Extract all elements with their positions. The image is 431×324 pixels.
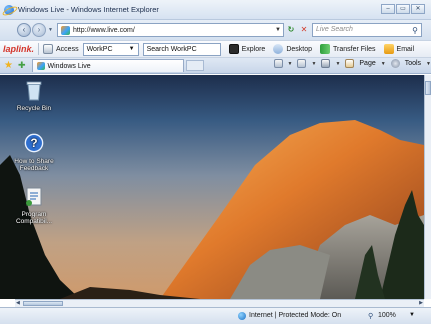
page-icon[interactable] [345,59,355,68]
desktop-wallpaper: Recycle Bin ? How to Share Feedback Prog… [0,75,424,299]
transfer-files-button[interactable]: Transfer Files [320,44,376,54]
laplink-logo[interactable]: laplink. [3,44,34,54]
horizontal-scrollbar[interactable]: ◀ ▶ [15,299,424,307]
tab-favicon-icon [36,62,45,70]
zoom-icon[interactable]: ⚲ [368,312,373,320]
minimize-button[interactable]: – [381,4,395,14]
chevron-down-icon[interactable]: ▼ [129,44,135,55]
window-controls: – ▭ ✕ [381,4,425,14]
security-zone-text[interactable]: Internet | Protected Mode: On [249,312,341,319]
print-icon[interactable] [321,59,331,68]
program-compatibility-label: Program Compatibil... [15,211,53,225]
favorites-star-icon[interactable]: ★ [4,60,13,71]
mountain-landscape-image [0,120,424,299]
access-icon[interactable] [43,44,54,54]
horizontal-scroll-thumb[interactable] [23,301,63,306]
recycle-bin-icon [26,81,42,101]
transfer-files-label: Transfer Files [333,45,376,53]
feeds-dropdown-icon[interactable]: ▼ [311,61,316,67]
close-button[interactable]: ✕ [411,4,425,14]
desktop-label: Desktop [286,45,312,53]
status-bar: Internet | Protected Mode: On ⚲ 100% ▼ [0,307,431,324]
vertical-scroll-thumb[interactable] [425,81,431,95]
tools-menu-label[interactable]: Tools [405,60,421,67]
home-dropdown-icon[interactable]: ▼ [288,61,293,67]
email-icon [383,44,394,54]
desktop-button[interactable]: Desktop [273,44,312,54]
explore-button[interactable]: Explore [228,44,266,54]
desktop-icon-recycle-bin[interactable]: Recycle Bin [12,79,56,112]
email-label: Email [396,45,415,53]
share-feedback-label: How to Share Feedback [14,158,54,172]
laplink-toolbar: laplink. Access WorkPC ▼ Search WorkPC E… [0,40,431,58]
add-favorites-icon[interactable]: ✚ [18,60,26,71]
address-row: ‹ › ▼ http://www.live.com/ ▼ ↻ ✕ Live Se… [0,20,431,40]
back-button[interactable]: ‹ [17,23,31,37]
zoom-dropdown-icon[interactable]: ▼ [409,312,415,318]
svg-text:?: ? [30,136,37,150]
desktop-icon-program-compatibility[interactable]: Program Compatibil... [12,185,56,225]
maximize-button[interactable]: ▭ [396,4,410,14]
stop-button[interactable]: ✕ [298,23,310,37]
vertical-scrollbar[interactable] [424,75,431,299]
site-favicon-icon [60,25,70,35]
page-menu-label[interactable]: Page [359,60,375,67]
address-dropdown-icon[interactable]: ▼ [275,27,281,33]
computer-select-value: WorkPC [86,45,113,53]
internet-explorer-icon [4,4,14,15]
feeds-icon[interactable] [297,59,307,68]
toolbar-search-input[interactable]: Search WorkPC [142,42,221,56]
desktop-icon-share-feedback[interactable]: ? How to Share Feedback [12,132,56,172]
transfer-files-icon [320,44,330,54]
program-compatibility-icon [26,187,42,206]
scroll-right-icon[interactable]: ▶ [419,300,423,306]
print-dropdown-icon[interactable]: ▼ [335,61,340,67]
explore-label: Explore [241,45,266,53]
tab-label: Windows Live [47,62,91,70]
internet-zone-icon [238,312,246,320]
toolbar-divider [38,43,40,55]
tab-row: ★ ✚ Windows Live ▼ ▼ ▼ Page ▼ Tools ▼ [0,58,431,74]
tools-dropdown-icon[interactable]: ▼ [426,61,431,67]
tools-gear-icon[interactable] [390,59,400,68]
page-dropdown-icon[interactable]: ▼ [381,61,386,67]
recent-pages-dropdown[interactable]: ▼ [48,27,53,33]
desktop-icon [273,44,284,54]
tab-windows-live[interactable]: Windows Live [31,59,184,72]
zoom-level[interactable]: 100% [378,312,396,319]
computer-select[interactable]: WorkPC ▼ [82,42,139,56]
new-tab-button[interactable] [185,60,204,71]
window-title: Windows Live - Windows Internet Explorer [18,5,159,14]
command-bar: ▼ ▼ ▼ Page ▼ Tools ▼ [273,59,431,68]
email-button[interactable]: Email [383,44,415,54]
help-icon: ? [24,133,44,153]
access-label[interactable]: Access [56,46,79,53]
refresh-button[interactable]: ↻ [285,23,297,37]
scroll-left-icon[interactable]: ◀ [16,300,20,306]
title-bar: Windows Live - Windows Internet Explorer… [0,0,431,20]
address-bar[interactable]: http://www.live.com/ ▼ [56,23,284,37]
home-icon[interactable] [273,59,283,68]
search-input[interactable]: Live Search ⚲ [311,23,422,37]
address-url[interactable]: http://www.live.com/ [73,27,135,34]
recycle-bin-label: Recycle Bin [16,105,52,112]
search-icon[interactable]: ⚲ [412,25,418,37]
forward-button[interactable]: › [32,23,46,37]
explore-icon [228,44,239,54]
search-placeholder: Live Search [315,26,353,33]
